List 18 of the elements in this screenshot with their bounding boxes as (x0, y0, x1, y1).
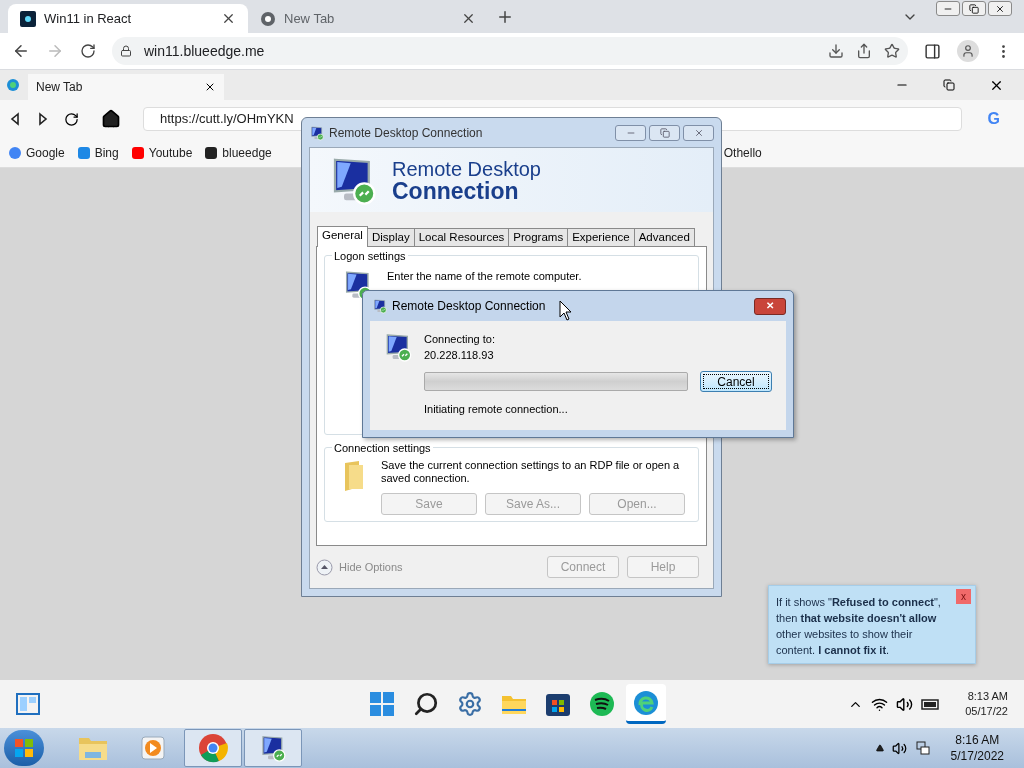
tab-title: New Tab (284, 9, 336, 28)
window-title: Remote Desktop Connection (392, 298, 546, 315)
clock-date: 5/17/2022 (950, 748, 1004, 764)
clock-date: 05/17/22 (965, 704, 1008, 719)
connecting-label: Connecting to: (424, 332, 496, 347)
status-text: Initiating remote connection... (424, 402, 569, 417)
tab-title: New Tab (36, 79, 84, 96)
tab-title: Win11 in React (44, 9, 133, 28)
tooltip-text: If it shows "Refused to connect", then that website doesn't allow other websites to show their content. I cannot fix it. (776, 595, 942, 658)
window-title: Remote Desktop Connection (329, 124, 484, 142)
group-text: Enter the name of the remote computer. (387, 269, 582, 284)
clock-time: 8:13 AM (967, 689, 1008, 704)
clock-time: 8:16 AM (955, 732, 1000, 748)
banner-title: Remote Desktop (392, 158, 541, 180)
banner-subtitle: Connection (392, 180, 519, 202)
group-text: Save the current connection settings to an RDP file or open a saved connection. (381, 459, 681, 485)
ip-address: 20.228.118.93 (424, 348, 495, 363)
url-text: win11.blueedge.me (144, 41, 266, 61)
